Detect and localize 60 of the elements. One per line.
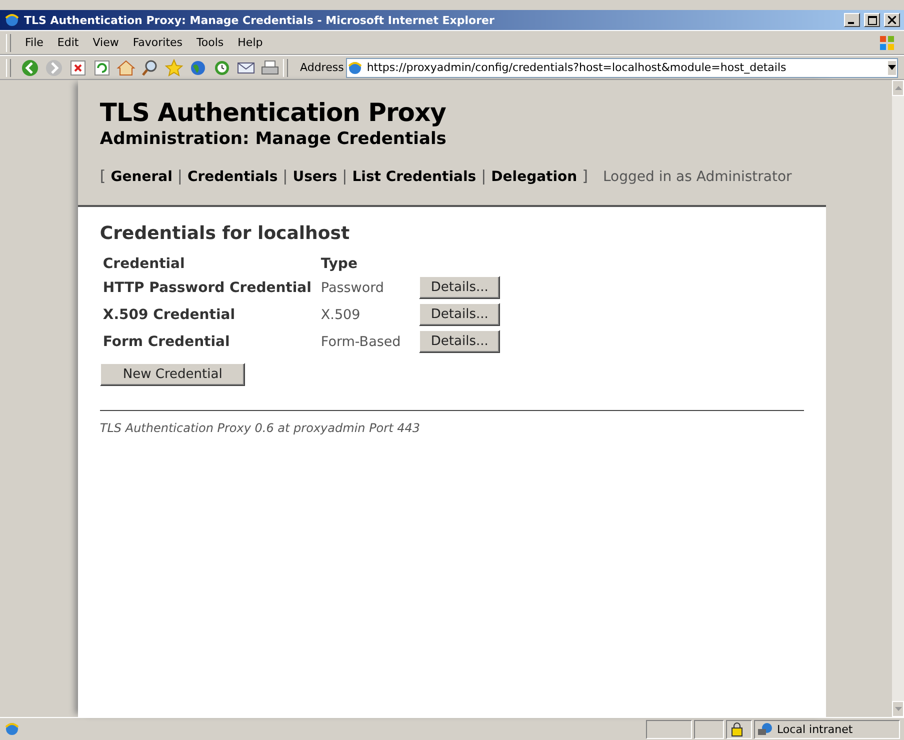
credential-type: Form-Based xyxy=(320,334,401,350)
minimize-button[interactable] xyxy=(844,13,860,27)
bracket: ] xyxy=(582,167,588,185)
scroll-up-icon[interactable] xyxy=(894,86,902,90)
refresh-icon[interactable] xyxy=(92,58,112,78)
scroll-down-icon[interactable] xyxy=(894,707,902,711)
printer-icon[interactable] xyxy=(260,58,280,78)
back-icon[interactable] xyxy=(20,58,40,78)
close-button[interactable] xyxy=(884,13,900,27)
credential-name: Form Credential xyxy=(102,334,230,350)
stop-icon[interactable] xyxy=(68,58,88,78)
window-title: TLS Authentication Proxy: Manage Credentials - Microsoft Internet Explorer xyxy=(24,14,496,26)
details-button[interactable]: Details... xyxy=(418,303,500,326)
maximize-button[interactable] xyxy=(864,13,880,27)
credential-type: Password xyxy=(320,280,384,296)
maximize-icon xyxy=(868,16,876,24)
nav-link[interactable]: General xyxy=(110,169,172,185)
lock-icon xyxy=(729,721,745,737)
status-pane xyxy=(646,720,692,738)
section-heading: Credentials for localhost xyxy=(100,223,351,244)
bracket: [ xyxy=(100,167,106,185)
menu-item[interactable]: Help xyxy=(232,34,269,51)
close-icon xyxy=(888,16,896,24)
separator: | xyxy=(481,167,486,185)
star-icon[interactable] xyxy=(164,58,184,78)
browser-icon xyxy=(4,721,20,737)
credential-name: X.509 Credential xyxy=(102,306,236,322)
browser-icon xyxy=(4,12,20,28)
zone-label: Local intranet xyxy=(777,722,853,736)
status-pane xyxy=(694,720,724,738)
scrollbar[interactable] xyxy=(892,80,904,717)
network-icon xyxy=(757,721,773,737)
browser-icon xyxy=(346,60,363,76)
menu-item[interactable]: Favorites xyxy=(126,34,189,51)
login-status: Logged in as Administrator xyxy=(602,169,792,185)
address-label: Address xyxy=(300,61,344,74)
menu-item[interactable]: View xyxy=(86,34,125,51)
nav-link[interactable]: Delegation xyxy=(491,169,578,185)
details-button[interactable]: Details... xyxy=(418,330,500,353)
home-icon[interactable] xyxy=(116,58,136,78)
separator: | xyxy=(282,167,288,185)
dropdown-arrow-icon[interactable] xyxy=(888,65,896,70)
menu-item[interactable]: Tools xyxy=(190,34,230,51)
separator: | xyxy=(342,167,348,185)
column-header: Credential xyxy=(102,256,185,272)
nav-link[interactable]: Credentials xyxy=(187,169,278,185)
details-button[interactable]: Details... xyxy=(418,276,500,299)
nav-link[interactable]: Users xyxy=(292,169,338,185)
new-credential-button[interactable]: New Credential xyxy=(100,363,246,386)
menu-item[interactable]: Edit xyxy=(51,34,85,51)
address-field[interactable]: https://proxyadmin/config/credentials?host=localhost&module=host_details xyxy=(346,58,898,78)
separator: | xyxy=(177,167,182,185)
page-title: TLS Authentication Proxy xyxy=(100,98,447,127)
column-header: Type xyxy=(320,256,358,272)
credential-type: X.509 xyxy=(320,306,360,322)
page-subtitle: Administration: Manage Credentials xyxy=(100,129,448,149)
menu-item[interactable]: File xyxy=(19,34,50,51)
footer-text: TLS Authentication Proxy 0.6 at proxyadmin Port 443 xyxy=(100,421,422,435)
nav-link[interactable]: List Credentials xyxy=(352,169,476,185)
credential-name: HTTP Password Credential xyxy=(102,280,312,296)
